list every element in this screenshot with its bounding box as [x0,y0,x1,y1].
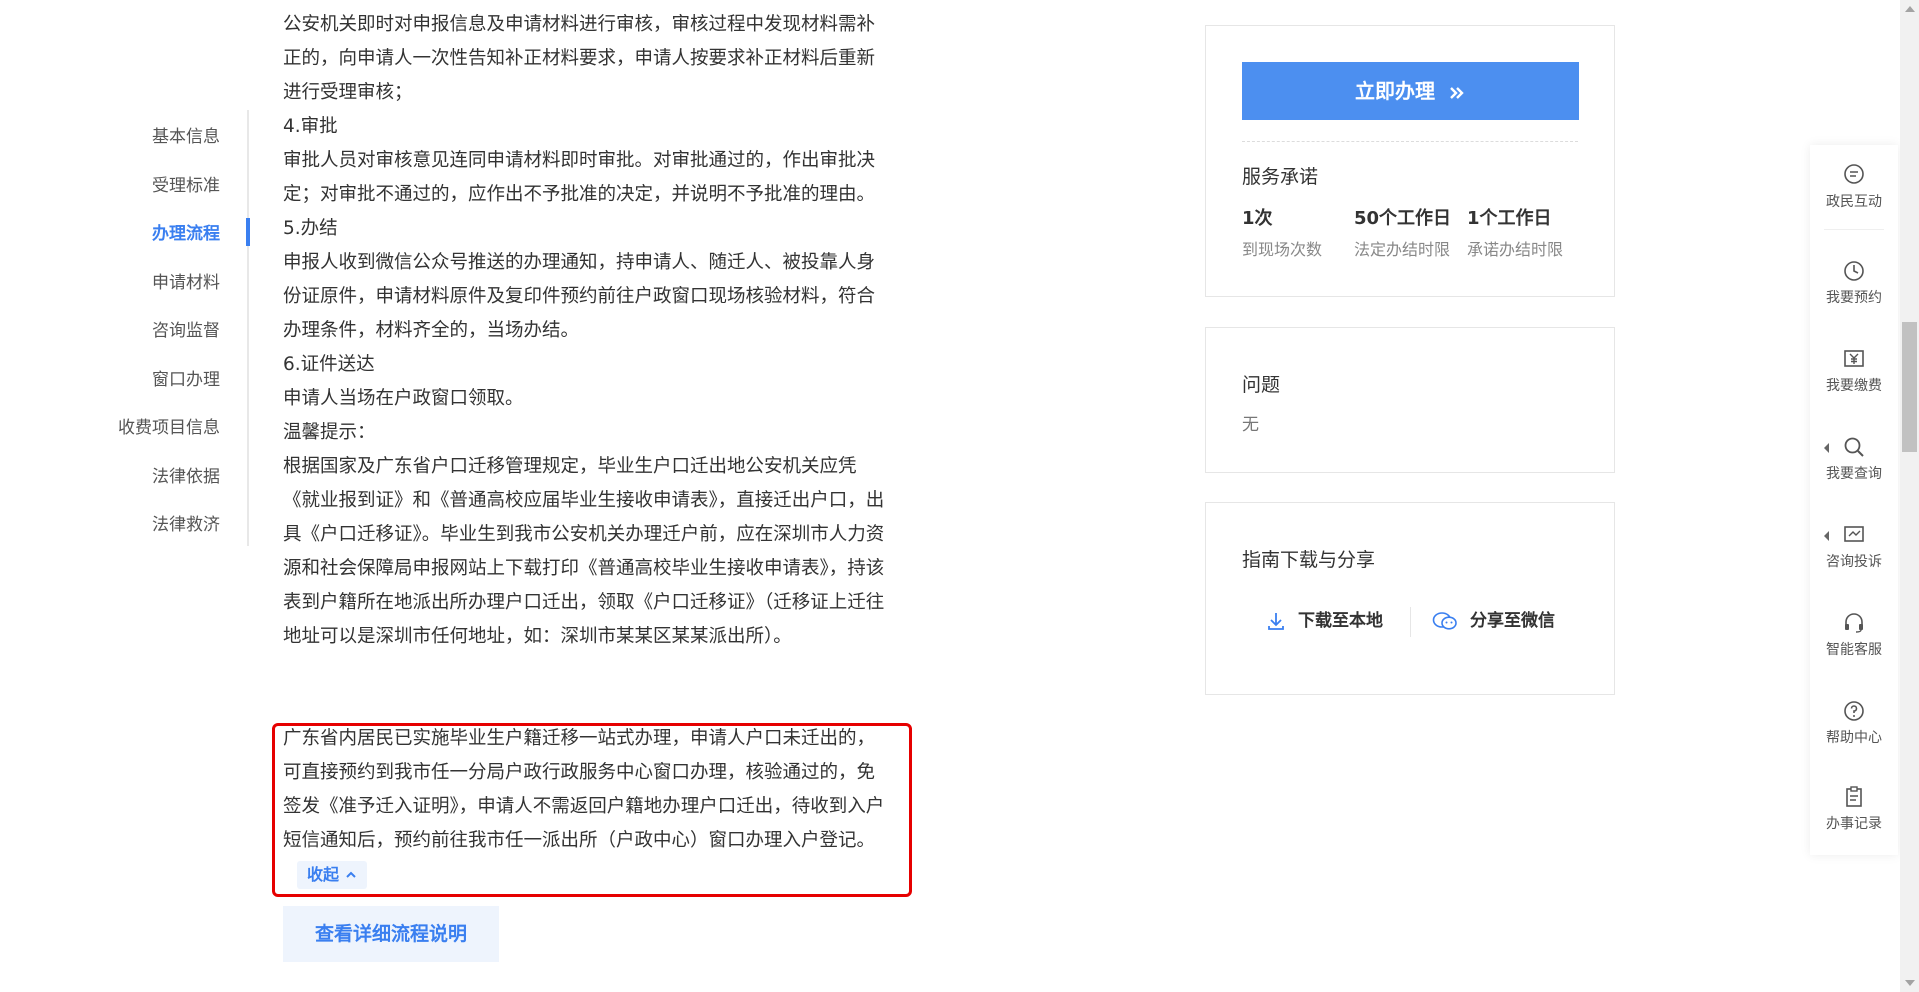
promise-legal-deadline: 50个工作日 法定办结时限 [1354,204,1451,260]
highlight-text: 广东省内居民已实施毕业生户籍迁移一站式办理，申请人户口未迁出的，可直接预约到我市… [283,728,885,851]
double-chevron-right-icon [1442,79,1466,103]
floatbar-label: 我要缴费 [1826,378,1882,394]
promise-value: 50个工作日 [1354,208,1452,229]
paragraph: 申报人收到微信公众号推送的办理通知，持申请人、随迁人、被投靠人身份证原件，申请材… [283,252,876,341]
collapse-button[interactable]: 收起 [297,861,368,889]
divider [1242,141,1578,142]
guide-share-panel: 指南下载与分享 下载至本地 分享至微信 [1205,502,1615,695]
paragraph: 申请人当场在户政窗口领取。 [283,388,524,409]
scroll-up-arrow-icon[interactable] [1905,6,1915,12]
question-value: 无 [1242,415,1259,435]
caret-left-icon [1824,531,1829,541]
floating-toolbar: 政民互动 我要预约 我要缴费 我要查询 咨询投诉 智能客服 帮助中心 办事记录 [1810,145,1898,855]
chevron-up-icon [345,861,357,889]
floatbar-label: 智能客服 [1826,642,1882,658]
page-scrollbar[interactable] [1900,0,1919,992]
nav-item-window[interactable]: 窗口办理 [152,365,220,390]
handle-panel: 立即办理 服务承诺 1次 到现场次数 50个工作日 法定办结时限 1个工作日 承… [1205,25,1615,297]
floatbar-label: 政民互动 [1826,194,1882,210]
tip-heading: 温馨提示： [283,422,376,443]
floatbar-item-interaction[interactable]: 政民互动 [1810,163,1898,211]
promise-value: 1次 [1242,208,1273,229]
nav-item-basic-info[interactable]: 基本信息 [152,122,220,147]
divider [1824,229,1884,230]
promise-label: 法定办结时限 [1354,240,1451,259]
help-icon [1810,699,1898,723]
scroll-down-arrow-icon[interactable] [1905,980,1915,986]
nav-item-consult-supervise[interactable]: 咨询监督 [152,316,220,341]
apply-label: 立即办理 [1355,79,1436,103]
paragraph: 根据国家及广东省户口迁移管理规定，毕业生户口迁出地公安机关应凭《就业报到证》和《… [283,456,885,647]
floatbar-item-complaint[interactable]: 咨询投诉 [1810,523,1898,571]
collapse-label: 收起 [307,865,340,884]
floatbar-item-ai-service[interactable]: 智能客服 [1810,611,1898,659]
headset-icon [1810,611,1898,635]
question-panel: 问题 无 [1205,327,1615,473]
caret-left-icon [1824,443,1829,453]
service-promise-title: 服务承诺 [1242,166,1319,188]
nav-item-fees[interactable]: 收费项目信息 [118,413,220,438]
paragraph: 公安机关即时对申报信息及申请材料进行审核，审核过程中发现材料需补正的，向申请人一… [283,14,876,103]
highlighted-paragraph: 广东省内居民已实施毕业生户籍迁移一站式办理，申请人户口未迁出的，可直接预约到我市… [283,722,888,892]
download-icon [1266,611,1298,631]
scrollbar-thumb[interactable] [1902,322,1917,452]
divider [1410,607,1411,637]
share-wechat-button[interactable]: 分享至微信 [1432,603,1555,639]
download-local-button[interactable]: 下载至本地 [1266,603,1383,639]
promise-committed-deadline: 1个工作日 承诺办结时限 [1467,204,1563,260]
floatbar-item-records[interactable]: 办事记录 [1810,785,1898,833]
guide-share-title: 指南下载与分享 [1242,549,1376,571]
nav-item-acceptance-standard[interactable]: 受理标准 [152,171,220,196]
promise-value: 1个工作日 [1467,208,1552,229]
nav-item-materials[interactable]: 申请材料 [152,268,220,293]
clock-icon [1810,259,1898,283]
floatbar-item-appointment[interactable]: 我要预约 [1810,259,1898,307]
apply-now-button[interactable]: 立即办理 [1242,62,1579,120]
nav-item-legal-remedy[interactable]: 法律救济 [152,510,220,535]
chat-icon [1810,163,1898,187]
process-content: 公安机关即时对申报信息及申请材料进行审核，审核过程中发现材料需补正的，向申请人一… [283,8,888,654]
paragraph: 审批人员对审核意见连同申请材料即时审批。对审批通过的，作出审批决定；对审批不通过… [283,150,876,205]
nav-active-marker [246,218,250,246]
floatbar-item-payment[interactable]: 我要缴费 [1810,347,1898,395]
nav-rail [247,110,249,546]
step-heading: 6.证件送达 [283,354,375,375]
floatbar-label: 办事记录 [1826,816,1882,832]
share-label: 分享至微信 [1470,611,1555,631]
nav-item-process[interactable]: 办理流程 [152,219,220,244]
step-heading: 5.办结 [283,218,338,239]
floatbar-label: 我要查询 [1826,466,1882,482]
floatbar-label: 咨询投诉 [1826,554,1882,570]
view-detail-process-button[interactable]: 查看详细流程说明 [283,906,499,962]
yen-icon [1810,347,1898,371]
floatbar-item-help[interactable]: 帮助中心 [1810,699,1898,747]
promise-label: 承诺办结时限 [1467,240,1564,259]
floatbar-label: 我要预约 [1826,290,1882,306]
wechat-icon [1432,611,1470,631]
download-label: 下载至本地 [1298,611,1383,631]
clipboard-icon [1810,785,1898,809]
floatbar-item-query[interactable]: 我要查询 [1810,435,1898,483]
promise-label: 到现场次数 [1242,240,1323,259]
nav-item-legal-basis[interactable]: 法律依据 [152,462,220,487]
share-row: 下载至本地 分享至微信 [1206,603,1614,639]
question-title: 问题 [1242,374,1281,396]
floatbar-label: 帮助中心 [1826,730,1882,746]
promise-visits: 1次 到现场次数 [1242,204,1322,260]
step-heading: 4.审批 [283,116,338,137]
